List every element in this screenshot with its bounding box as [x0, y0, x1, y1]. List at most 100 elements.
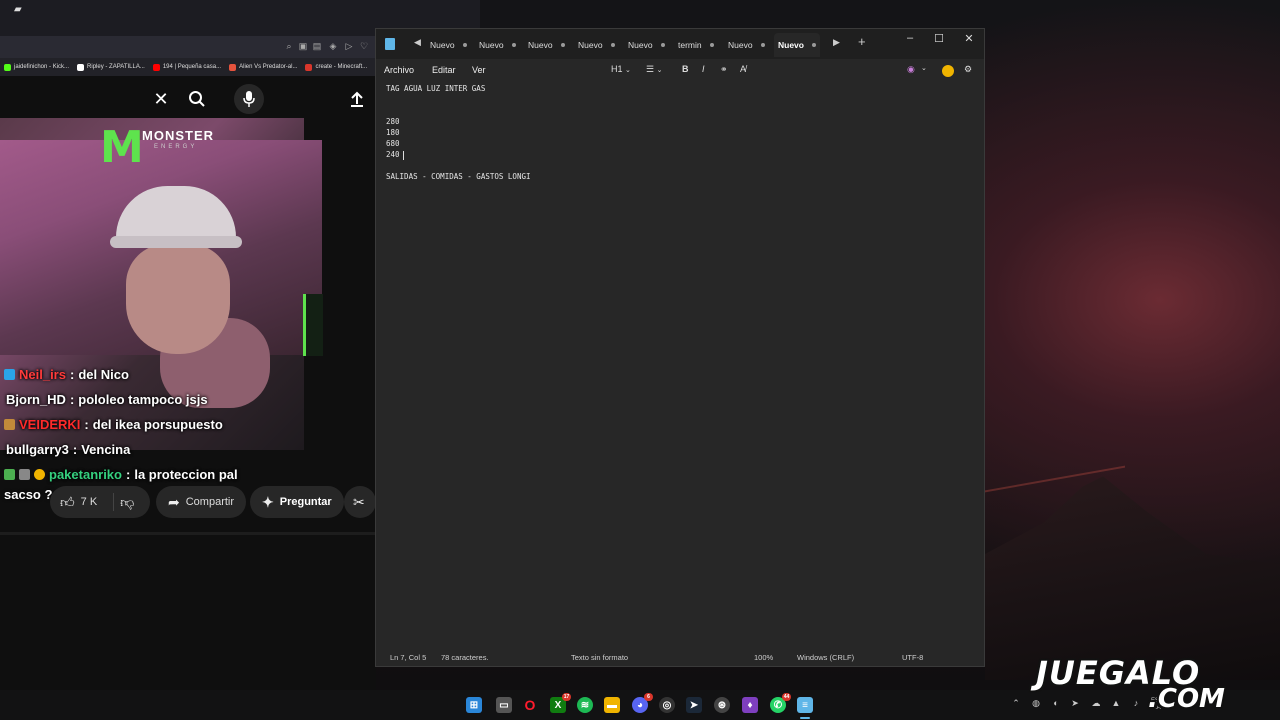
- close-search-icon[interactable]: ✕: [150, 88, 172, 110]
- tab-bar: ◀ Nuevo Nuevo Nuevo Nuevo Nuevo termin N…: [376, 29, 984, 59]
- bold-icon[interactable]: B: [682, 64, 689, 74]
- close-icon[interactable]: ✕: [962, 32, 976, 45]
- minimize-icon[interactable]: –: [903, 32, 917, 44]
- bookmark-item[interactable]: jaidefinichon - Kick...: [4, 63, 69, 71]
- spotify-icon[interactable]: ≋: [577, 697, 593, 713]
- language-indicator[interactable]: ESP LA: [1150, 698, 1164, 712]
- mic-icon[interactable]: [234, 84, 264, 114]
- new-tab-icon[interactable]: +: [858, 34, 866, 49]
- tray-chevron-icon[interactable]: ⌃: [1010, 698, 1022, 709]
- wallet-icon[interactable]: ▤: [312, 41, 322, 51]
- menu-editar[interactable]: Editar: [432, 65, 456, 75]
- chat-text: del Nico: [78, 367, 129, 382]
- obs-icon[interactable]: ◎: [659, 697, 675, 713]
- sparkle-icon: ✦: [262, 493, 274, 510]
- tray-cloud-icon[interactable]: ☁: [1090, 698, 1102, 709]
- tab-nuevo[interactable]: Nuevo: [426, 33, 471, 57]
- discord-icon[interactable]: ◕ 6: [632, 693, 653, 713]
- opera-icon[interactable]: O: [522, 697, 538, 713]
- tab-nuevo[interactable]: Nuevo: [475, 33, 520, 57]
- menu-ver[interactable]: Ver: [472, 65, 486, 75]
- chrome-icon[interactable]: ⊛: [714, 697, 730, 713]
- streamer-face: [126, 244, 230, 354]
- zoom-level[interactable]: 100%: [754, 653, 773, 662]
- launcher-icon[interactable]: ♦: [742, 697, 758, 713]
- heading-value: H1: [611, 64, 623, 74]
- bookmark-item[interactable]: Alien Vs Predator-al...: [229, 63, 297, 71]
- search-icon[interactable]: [186, 88, 208, 110]
- whatsapp-icon[interactable]: ✆ 44: [770, 693, 791, 713]
- notepad-taskbar-icon[interactable]: ≡: [797, 697, 813, 713]
- task-view-icon[interactable]: ▭: [496, 697, 512, 713]
- play-icon[interactable]: ▷: [344, 41, 354, 51]
- unsaved-dot-icon: [760, 43, 765, 47]
- steam-icon[interactable]: ➤: [686, 697, 702, 713]
- copilot-icon[interactable]: ◉: [907, 64, 915, 75]
- browser-toolbar: ⌕ ▣ ▤ ◈ ▷ ♡: [0, 36, 376, 58]
- text-editor[interactable]: TAG AGUA LUZ INTER GAS 280 180 680 240 S…: [386, 84, 976, 644]
- tab-nuevo[interactable]: Nuevo: [724, 33, 769, 57]
- chat-username: bullgarry3: [6, 442, 69, 457]
- tab-nuevo[interactable]: Nuevo: [624, 33, 669, 57]
- account-avatar[interactable]: [942, 65, 954, 77]
- tray-app-icon[interactable]: ◐: [1050, 698, 1062, 708]
- unsaved-dot-icon: [709, 43, 714, 47]
- tab-nuevo[interactable]: Nuevo: [524, 33, 569, 57]
- share-label: Compartir: [185, 496, 235, 508]
- logo-text: MONSTER: [142, 128, 214, 143]
- share-button[interactable]: ➦ Compartir: [156, 486, 247, 518]
- heading-select[interactable]: H1 ⌄: [611, 64, 631, 74]
- file-explorer-icon[interactable]: ▬: [604, 697, 620, 713]
- bookmark-item[interactable]: 194 | Pequeña casa...: [152, 63, 221, 71]
- unsaved-dot-icon: [610, 43, 615, 47]
- clear-format-icon[interactable]: A̸: [740, 64, 746, 74]
- upload-icon[interactable]: [346, 88, 368, 110]
- heart-icon[interactable]: ♡: [359, 41, 369, 51]
- tabs-scroll-left-icon[interactable]: ◀: [414, 37, 421, 48]
- chat-username: paketanriko: [49, 467, 122, 482]
- italic-icon[interactable]: I: [702, 64, 705, 74]
- bookmark-item[interactable]: create - Minecraft...: [305, 63, 367, 71]
- bookmark-item[interactable]: Ripley - ZAPATILLA...: [77, 63, 145, 71]
- char-count: 78 caracteres.: [441, 653, 489, 662]
- status-bar: Ln 7, Col 5 78 caracteres. Texto sin for…: [376, 649, 984, 667]
- tab-nuevo-active[interactable]: Nuevo: [774, 33, 820, 57]
- settings-gear-icon[interactable]: ⚙: [964, 64, 972, 75]
- tabs-scroll-right-icon[interactable]: ▶: [833, 37, 840, 48]
- ask-button[interactable]: ✦ Preguntar: [250, 486, 344, 518]
- tab-label: Nuevo: [628, 40, 653, 50]
- like-icon[interactable]: 👍︎: [60, 494, 75, 511]
- like-count[interactable]: 7 K: [81, 496, 98, 508]
- format-indicator[interactable]: Texto sin formato: [571, 653, 628, 662]
- encoding[interactable]: UTF-8: [902, 653, 923, 662]
- line-ending[interactable]: Windows (CRLF): [797, 653, 854, 662]
- start-windows-icon[interactable]: ⊞: [466, 697, 482, 713]
- dislike-icon[interactable]: 👎︎: [120, 494, 134, 511]
- youtube-search-bar: ✕: [0, 80, 376, 118]
- maximize-icon[interactable]: ☐: [932, 32, 946, 45]
- tray-app-icon[interactable]: ▲: [1110, 698, 1122, 708]
- xbox-badge: 17: [562, 693, 571, 701]
- clip-button[interactable]: ✂: [344, 486, 376, 518]
- link-icon[interactable]: ⚭: [720, 64, 728, 75]
- list-select[interactable]: ☰ ⌄: [646, 64, 662, 75]
- shield-icon[interactable]: ◈: [328, 41, 338, 51]
- screenshot-icon[interactable]: ▣: [298, 41, 308, 51]
- chat-username: Neil_irs: [19, 367, 66, 382]
- tray-app-icon[interactable]: ◍: [1030, 698, 1042, 709]
- unsaved-dot-icon: [462, 43, 467, 47]
- chat-badge-icon: [4, 469, 15, 480]
- tray-steam-icon[interactable]: ➤: [1069, 698, 1081, 709]
- tab-termin[interactable]: termin: [674, 33, 718, 57]
- favicon-icon: [152, 63, 160, 71]
- like-divider: [113, 493, 115, 511]
- menu-archivo[interactable]: Archivo: [384, 65, 414, 75]
- tray-mic-icon[interactable]: ♪: [1130, 698, 1142, 708]
- editor-line-text: 240: [386, 150, 400, 159]
- chat-message: bullgarry3 : Vencina: [0, 437, 300, 462]
- zoom-icon[interactable]: ⌕: [284, 41, 294, 51]
- chat-badge-icon: [19, 469, 30, 480]
- xbox-icon[interactable]: X 17: [550, 693, 571, 713]
- chevron-down-icon[interactable]: ⌄: [921, 64, 927, 72]
- tab-nuevo[interactable]: Nuevo: [574, 33, 619, 57]
